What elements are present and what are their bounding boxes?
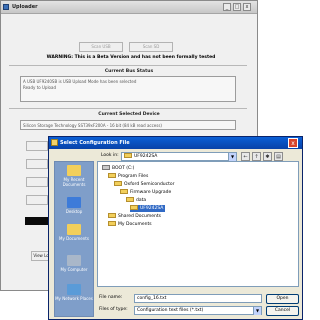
dialog-title: Select Configuration File — [60, 140, 130, 146]
dialog-close-button[interactable]: x — [288, 138, 298, 148]
divider — [9, 108, 247, 109]
look-in-dropdown[interactable]: UF9242SA ▼ — [121, 152, 237, 161]
folder-icon — [114, 181, 122, 186]
place-my-documents[interactable]: My Documents — [55, 224, 93, 241]
hidden-button[interactable] — [26, 159, 48, 169]
tree-item[interactable]: My Documents — [108, 221, 152, 228]
file-type-label: Files of type: — [99, 307, 128, 312]
tree-item-selected[interactable]: UF9242SA — [130, 205, 166, 212]
chevron-down-icon[interactable]: ▼ — [228, 153, 236, 161]
open-button[interactable]: Open — [266, 294, 299, 304]
place-my-computer[interactable]: My Computer — [55, 255, 93, 272]
tree-item-label: data — [136, 198, 147, 203]
bus-status-box: A USB UF9240SB is USB Upload Mode has be… — [20, 76, 236, 102]
app-icon — [3, 4, 9, 10]
network-places-icon — [67, 284, 81, 295]
device-box: Silicon Storage Technology SST39xF200A -… — [20, 120, 236, 130]
look-in-label: Look in: — [101, 153, 119, 158]
close-button[interactable]: x — [243, 3, 251, 11]
file-type-dropdown[interactable]: Configuration text files (*.txt) ▼ — [134, 306, 262, 315]
maximize-button[interactable]: □ — [233, 3, 241, 11]
dialog-title-bar[interactable]: Select Configuration File x — [49, 137, 302, 149]
place-my-recent-documents[interactable]: My Recent Documents — [55, 165, 93, 187]
bus-status-line: Ready to Upload — [23, 85, 56, 90]
beta-warning: WARNING: This is a Beta Version and has … — [46, 55, 216, 60]
look-in-value: UF9242SA — [134, 154, 158, 159]
place-label: My Documents — [59, 236, 89, 241]
tree-item[interactable]: BOOT (C:) — [102, 165, 134, 172]
desktop-icon — [67, 197, 81, 208]
drive-icon — [102, 165, 110, 170]
tree-item-label: UF9242SA — [140, 206, 164, 211]
scan-sd-button[interactable]: Scan SD — [129, 42, 173, 52]
chevron-down-icon[interactable]: ▼ — [253, 307, 261, 315]
places-bar: My Recent Documents Desktop My Documents… — [54, 161, 94, 317]
folder-icon — [126, 197, 134, 202]
place-label: Desktop — [65, 209, 83, 214]
tree-item-label: Shared Documents — [118, 214, 161, 219]
window-title: Uploader — [12, 4, 38, 10]
tree-item-label: Oxford Semiconductor — [124, 182, 175, 187]
place-desktop[interactable]: Desktop — [55, 197, 93, 214]
progress-bar — [25, 217, 49, 225]
tree-item[interactable]: Shared Documents — [108, 213, 161, 220]
divider — [9, 65, 247, 66]
scan-usb-button[interactable]: Scan USB — [79, 42, 123, 52]
tree-item[interactable]: Oxford Semiconductor — [114, 181, 175, 188]
place-label: My Network Places — [55, 296, 93, 301]
tree-item-label: Firmware Upgrade — [130, 190, 172, 195]
select-config-dialog: Select Configuration File x Look in: UF9… — [48, 136, 303, 320]
place-my-network-places[interactable]: My Network Places — [55, 284, 93, 301]
hidden-button[interactable] — [26, 195, 48, 205]
folder-icon — [130, 205, 138, 210]
tree-item[interactable]: Program Files — [108, 173, 148, 180]
bus-status-title: Current Bus Status — [104, 69, 154, 74]
file-type-value: Configuration text files (*.txt) — [137, 308, 204, 313]
folder-icon — [108, 213, 116, 218]
minimize-button[interactable]: _ — [223, 3, 231, 11]
file-list[interactable]: BOOT (C:) Program Files Oxford Semicondu… — [97, 161, 299, 287]
file-name-input[interactable]: config_16.txt — [134, 294, 262, 303]
folder-icon — [124, 153, 132, 158]
recent-documents-icon — [67, 165, 81, 176]
hidden-button[interactable] — [26, 141, 48, 151]
device-title: Current Selected Device — [98, 112, 160, 117]
cancel-button[interactable]: Cancel — [266, 306, 299, 316]
tree-item-label: Program Files — [118, 174, 149, 179]
up-folder-icon[interactable]: ↑ — [252, 152, 261, 161]
folder-icon — [108, 221, 116, 226]
tree-item-label: BOOT (C:) — [112, 166, 135, 171]
folder-icon — [108, 173, 116, 178]
place-label: My Recent Documents — [62, 177, 86, 187]
place-label: My Computer — [60, 267, 88, 272]
new-folder-icon[interactable]: ✱ — [263, 152, 272, 161]
folder-icon — [120, 189, 128, 194]
hidden-button[interactable] — [26, 177, 48, 187]
file-name-label: File name: — [99, 295, 123, 300]
tree-item-label: My Documents — [118, 222, 152, 227]
uploader-title-bar[interactable]: Uploader _ □ x — [1, 1, 257, 14]
back-icon[interactable]: ← — [241, 152, 250, 161]
my-documents-icon — [67, 224, 81, 235]
tree-item[interactable]: Firmware Upgrade — [120, 189, 171, 196]
folder-icon — [51, 139, 58, 146]
tree-item[interactable]: data — [126, 197, 146, 204]
my-computer-icon — [67, 255, 81, 266]
view-menu-icon[interactable]: ▤ — [274, 152, 283, 161]
